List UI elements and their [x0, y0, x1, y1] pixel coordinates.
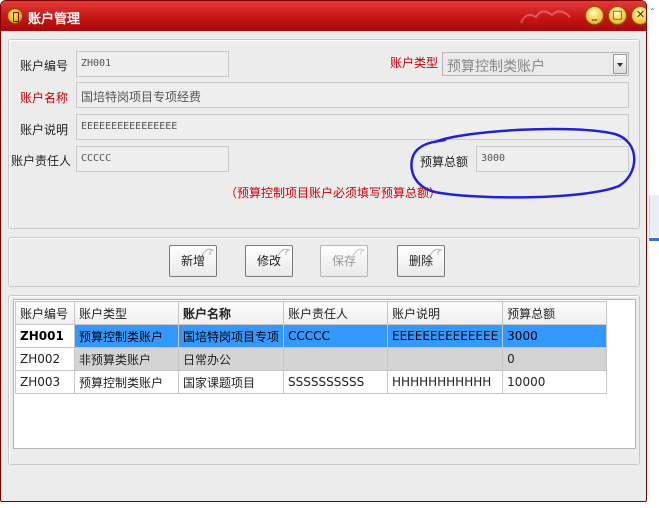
delete-button[interactable]: 删除 [397, 245, 445, 277]
table-cell[interactable]: SSSSSSSSSS [283, 370, 389, 394]
title-bar[interactable]: 账户管理 _ □ ✕ [1, 1, 646, 31]
table-cell[interactable]: 10000 [502, 370, 608, 394]
table-cell[interactable]: ZH002 [15, 347, 75, 371]
owner-label: 账户责任人 [11, 154, 72, 168]
background-accent-line [649, 238, 659, 241]
account-table: 账户编号 账户类型 账户名称 账户责任人 账户说明 预算总额 ZH001 预算控… [15, 301, 608, 394]
table-cell[interactable]: 0 [502, 347, 608, 371]
column-header-budget[interactable]: 预算总额 [502, 301, 608, 325]
save-button[interactable]: 保存 [320, 245, 368, 277]
account-no-field[interactable]: ZH001 [76, 51, 229, 77]
account-name-field[interactable]: 国培特岗项目专项经费 [76, 82, 629, 108]
chevron-down-icon[interactable] [613, 54, 627, 74]
table-cell[interactable]: HHHHHHHHHHH [387, 370, 504, 394]
add-button[interactable]: 新增 [169, 245, 217, 277]
table-row[interactable]: ZH002 非预算类账户 日常办公 0 [15, 347, 608, 371]
account-grid[interactable]: 账户编号 账户类型 账户名称 账户责任人 账户说明 预算总额 ZH001 预算控… [13, 299, 636, 449]
decorative-curl-icon [201, 248, 215, 257]
table-row[interactable]: ZH003 预算控制类账户 国家课题项目 SSSSSSSSSS HHHHHHHH… [15, 370, 608, 394]
account-desc-label: 账户说明 [20, 123, 69, 137]
account-name-label: 账户名称 [20, 91, 69, 105]
column-header-account-no[interactable]: 账户编号 [15, 301, 75, 325]
table-cell[interactable]: CCCCC [283, 324, 389, 348]
close-button[interactable]: ✕ [631, 6, 646, 25]
background-window-edge: ˆ [648, 0, 659, 508]
account-no-label: 账户编号 [20, 59, 69, 73]
app-logo-icon [7, 8, 23, 24]
table-cell[interactable]: 国家课题项目 [177, 370, 285, 394]
budget-required-note: （预算控制项目账户必须填写预算总额） [225, 186, 442, 200]
table-cell[interactable] [283, 347, 389, 371]
table-header-row: 账户编号 账户类型 账户名称 账户责任人 账户说明 预算总额 [15, 301, 608, 325]
column-header-owner[interactable]: 账户责任人 [283, 301, 389, 325]
table-cell[interactable]: 日常办公 [177, 347, 285, 371]
decorative-curl-icon [352, 248, 366, 257]
budget-total-label: 预算总额 [420, 155, 469, 169]
table-cell[interactable]: ZH003 [15, 370, 75, 394]
maximize-button[interactable]: □ [608, 6, 627, 25]
table-row[interactable]: ZH001 预算控制类账户 国培特岗项目专项 CCCCC EEEEEEEEEEE… [15, 324, 608, 348]
decorative-curl-icon [277, 248, 291, 257]
background-scroll-region [649, 195, 659, 237]
column-header-account-name[interactable]: 账户名称 [177, 301, 285, 325]
account-type-select[interactable]: 预算控制类账户 [442, 52, 629, 76]
column-header-account-type[interactable]: 账户类型 [74, 301, 179, 325]
budget-total-field[interactable]: 3000 [476, 146, 629, 172]
table-cell[interactable]: ZH001 [15, 324, 75, 348]
edit-button[interactable]: 修改 [245, 245, 293, 277]
account-type-label: 账户类型 [390, 56, 439, 70]
table-cell[interactable]: 国培特岗项目专项 [177, 324, 285, 348]
decorative-curl-icon [429, 248, 443, 257]
table-cell[interactable]: EEEEEEEEEEEEEE [387, 324, 504, 348]
table-cell[interactable]: 3000 [502, 324, 608, 348]
cloud-ornament-icon [520, 10, 571, 24]
minimize-button[interactable]: _ [585, 6, 604, 25]
table-cell[interactable]: 非预算类账户 [74, 347, 179, 371]
account-management-window: 账户管理 _ □ ✕ 账户编号 ZH001 账户类型 预算控制类账户 账户名称 … [0, 0, 647, 502]
owner-field[interactable]: CCCCC [76, 146, 229, 172]
cursor-mark-icon: ˆ [650, 8, 655, 19]
account-desc-field[interactable]: EEEEEEEEEEEEEEEE [76, 114, 629, 140]
column-header-description[interactable]: 账户说明 [387, 301, 504, 325]
window-title: 账户管理 [28, 12, 81, 27]
table-cell[interactable]: 预算控制类账户 [74, 324, 179, 348]
account-type-value: 预算控制类账户 [447, 59, 545, 75]
table-cell[interactable] [387, 347, 504, 371]
table-cell[interactable]: 预算控制类账户 [74, 370, 179, 394]
